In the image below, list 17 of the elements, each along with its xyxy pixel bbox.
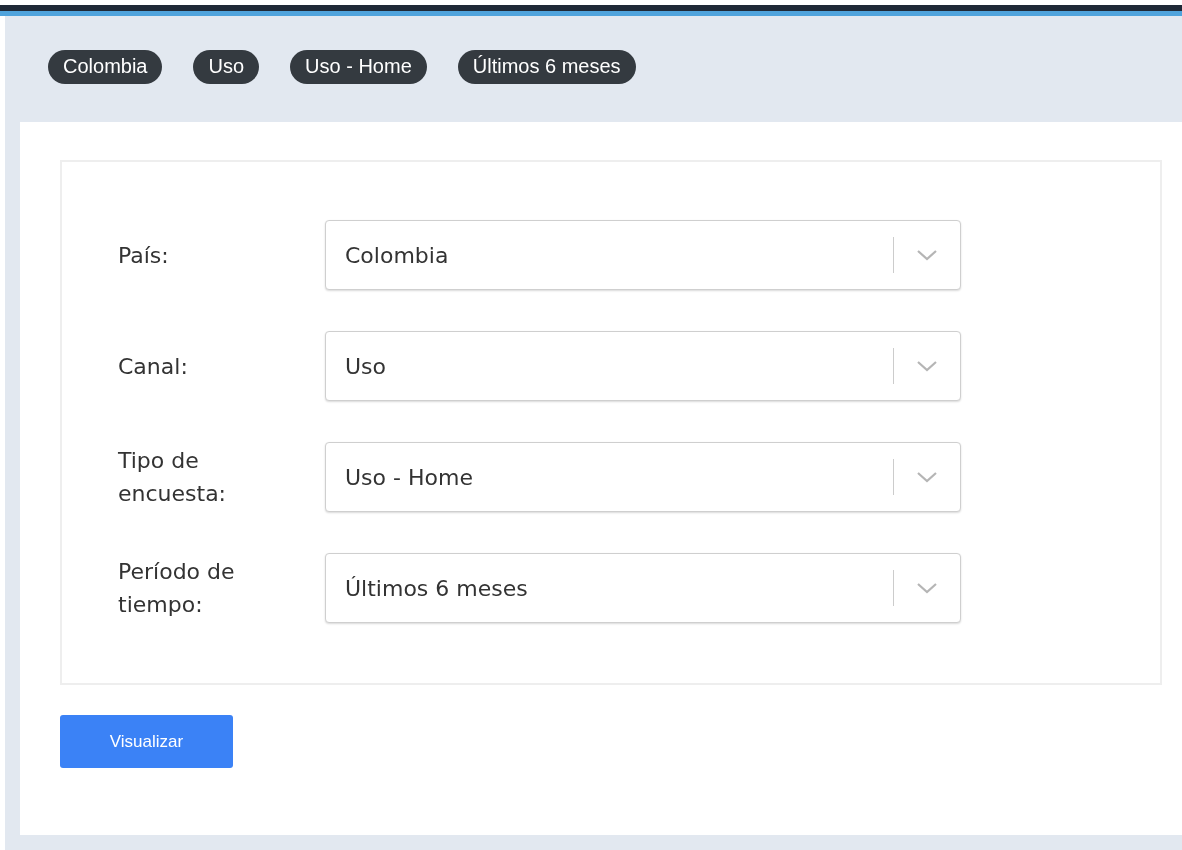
filter-chip: Últimos 6 meses bbox=[457, 50, 636, 84]
filter-chip: Uso bbox=[193, 50, 260, 84]
field-label: Canal: bbox=[117, 352, 189, 381]
chevron-down-icon bbox=[916, 249, 938, 261]
select-field[interactable]: Uso bbox=[325, 331, 961, 401]
chevron-down-icon bbox=[916, 360, 938, 372]
field-label: País: bbox=[117, 241, 170, 270]
select-field[interactable]: Uso - Home bbox=[325, 442, 961, 512]
field-label: Tipo de encuesta: bbox=[117, 447, 228, 508]
chevron-down-icon bbox=[916, 582, 938, 594]
filter-chip: Uso - Home bbox=[290, 50, 427, 84]
visualize-button[interactable]: Visualizar bbox=[60, 715, 233, 768]
chevron-down-icon bbox=[916, 471, 938, 483]
select-field[interactable]: Últimos 6 meses bbox=[325, 553, 961, 623]
field-label: Período de tiempo: bbox=[117, 558, 236, 619]
select-field[interactable]: Colombia bbox=[325, 220, 961, 290]
filter-chip: Colombia bbox=[48, 50, 163, 84]
